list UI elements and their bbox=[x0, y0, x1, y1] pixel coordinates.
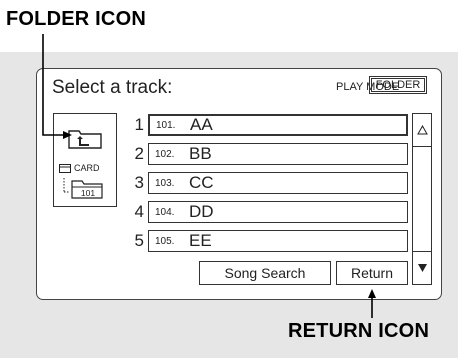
track-button[interactable]: 102. BB bbox=[148, 143, 408, 165]
track-name: CC bbox=[189, 173, 214, 192]
return-label: Return bbox=[350, 265, 394, 281]
track-button[interactable]: 103. CC bbox=[148, 172, 408, 194]
scroll-down-button[interactable] bbox=[413, 251, 431, 284]
track-prefix: 102. bbox=[155, 148, 175, 160]
track-prefix: 101. bbox=[156, 119, 176, 131]
track-index: 2 bbox=[134, 144, 144, 163]
folder-icon[interactable]: 101 bbox=[62, 178, 108, 200]
track-row[interactable]: 3 103. CC bbox=[122, 172, 408, 194]
card-row: CARD bbox=[59, 163, 100, 173]
screen-title: Select a track: bbox=[52, 77, 173, 98]
folder-up-icon[interactable] bbox=[67, 126, 103, 150]
track-index: 1 bbox=[134, 115, 144, 134]
card-icon bbox=[59, 163, 71, 173]
track-prefix: 104. bbox=[155, 206, 175, 218]
track-prefix: 103. bbox=[155, 177, 175, 189]
track-name: DD bbox=[189, 202, 214, 221]
triangle-down-icon bbox=[417, 264, 427, 272]
return-icon-callout: RETURN ICON bbox=[288, 320, 430, 342]
play-mode-folder-label: FOLDER bbox=[375, 79, 421, 91]
song-search-button[interactable]: Song Search bbox=[199, 261, 331, 285]
track-index: 4 bbox=[134, 202, 144, 221]
track-button-selected[interactable]: 101. AA bbox=[148, 114, 408, 136]
track-index: 3 bbox=[134, 173, 144, 192]
track-name: BB bbox=[189, 144, 212, 163]
track-button[interactable]: 104. DD bbox=[148, 201, 408, 223]
track-row[interactable]: 1 101. AA bbox=[122, 114, 408, 136]
triangle-up-icon bbox=[416, 125, 428, 135]
card-label: CARD bbox=[74, 163, 100, 173]
track-row[interactable]: 2 102. BB bbox=[122, 143, 408, 165]
track-row[interactable]: 5 105. EE bbox=[122, 230, 408, 252]
scroll-up-button[interactable] bbox=[413, 114, 431, 147]
folder-number: 101 bbox=[81, 188, 95, 198]
display-screen: Select a track: PLAY MODE FOLDER CARD 10… bbox=[36, 68, 442, 300]
track-name: EE bbox=[189, 231, 212, 250]
track-index: 5 bbox=[134, 231, 144, 250]
folder-panel: CARD 101 bbox=[53, 113, 117, 207]
song-search-label: Song Search bbox=[224, 265, 306, 281]
track-row[interactable]: 4 104. DD bbox=[122, 201, 408, 223]
return-button[interactable]: Return bbox=[336, 261, 408, 285]
scrollbar[interactable] bbox=[412, 113, 432, 285]
play-mode-folder-button[interactable]: FOLDER bbox=[369, 76, 427, 94]
folder-icon-callout: FOLDER ICON bbox=[6, 8, 146, 30]
track-button[interactable]: 105. EE bbox=[148, 230, 408, 252]
track-prefix: 105. bbox=[155, 235, 175, 247]
track-name: AA bbox=[190, 115, 213, 134]
